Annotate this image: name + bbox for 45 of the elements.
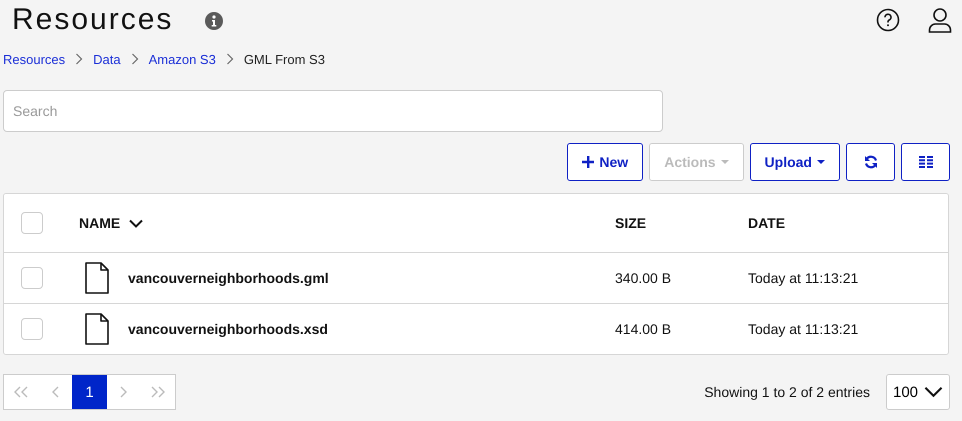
- chevron-down-icon: [924, 386, 943, 398]
- column-header[interactable]: DATE: [748, 215, 786, 231]
- file-size: 340.00 B: [615, 270, 672, 286]
- chevron-right-icon: [120, 386, 128, 398]
- chevron-left-icon: [51, 386, 59, 398]
- plus-icon: [582, 156, 594, 168]
- user-button[interactable]: [928, 7, 952, 33]
- dropdown-button[interactable]: Upload: [750, 143, 840, 181]
- page-size-select[interactable]: 100: [886, 374, 950, 410]
- file-icon: [84, 313, 110, 345]
- entries-summary: Showing 1 to 2 of 2 entries: [704, 384, 870, 400]
- breadcrumb-current: GML From S3: [244, 52, 325, 66]
- columns-icon: [918, 156, 932, 168]
- search-field[interactable]: Search: [3, 90, 663, 132]
- columns-button[interactable]: [901, 143, 950, 181]
- refresh-button[interactable]: [846, 143, 895, 181]
- help-button[interactable]: [876, 8, 900, 32]
- user-icon: [928, 7, 952, 33]
- breadcrumb-link[interactable]: Resources: [3, 52, 66, 66]
- new-button[interactable]: New: [567, 143, 644, 181]
- checkbox[interactable]: [21, 212, 43, 234]
- file-name[interactable]: vancouverneighborhoods.gml: [128, 270, 329, 286]
- breadcrumb-link[interactable]: Data: [93, 52, 121, 66]
- page-button[interactable]: 1: [72, 375, 107, 409]
- file-date: Today at 11:13:21: [748, 270, 858, 286]
- page-title: Resources: [12, 2, 174, 38]
- caret-down-icon: [720, 160, 729, 164]
- chevron-right-icon: [75, 53, 84, 65]
- double-chevron-right-icon: [150, 386, 166, 398]
- file-name[interactable]: vancouverneighborhoods.xsd: [128, 321, 328, 337]
- checkbox[interactable]: [21, 267, 43, 289]
- double-chevron-left-icon: [13, 386, 29, 398]
- file-date: Today at 11:13:21: [748, 321, 858, 337]
- checkbox[interactable]: [21, 318, 43, 340]
- refresh-icon: [864, 155, 878, 169]
- file-icon: [84, 262, 110, 294]
- chevron-right-icon: [226, 53, 234, 65]
- file-size: 414.00 B: [615, 321, 672, 337]
- column-header[interactable]: NAME: [79, 215, 120, 231]
- chevron-right-icon: [130, 53, 139, 65]
- help-icon: [876, 8, 900, 32]
- caret-down-icon: [817, 160, 825, 164]
- info-icon: [205, 12, 224, 30]
- column-header[interactable]: SIZE: [615, 215, 646, 231]
- breadcrumb-link[interactable]: Amazon S3: [148, 52, 216, 66]
